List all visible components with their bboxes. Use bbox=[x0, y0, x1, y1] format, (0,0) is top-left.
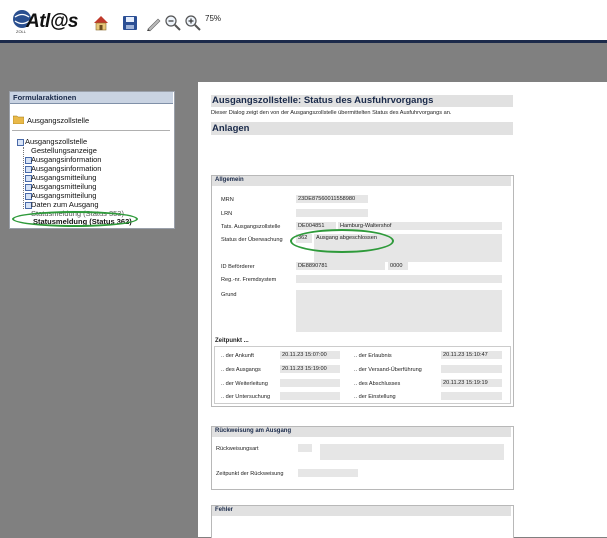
ankunft-label: .. der Ankunft bbox=[221, 353, 254, 359]
abschlusses-label: .. des Abschlusses bbox=[354, 381, 401, 387]
status-ueberwachung-label: Status der Überwachung bbox=[221, 237, 283, 243]
mrn-label: MRN bbox=[221, 197, 234, 203]
ankunft-field: 20.11.23 15:07:00 bbox=[280, 351, 340, 359]
highlight-ellipse bbox=[12, 211, 138, 227]
regnr-label: Reg.-nr. Fremdsystem bbox=[221, 277, 277, 283]
section-heading: Allgemein bbox=[212, 176, 511, 186]
tats-name-field: Hamburg-Waltershof bbox=[338, 222, 502, 230]
weiterleitung-label: .. der Weiterleitung bbox=[221, 381, 268, 387]
save-icon[interactable] bbox=[121, 14, 139, 32]
tree-item-daten-zum-ausgang[interactable]: Daten zum Ausgang bbox=[31, 200, 99, 209]
anlagen-heading: Anlagen bbox=[211, 122, 513, 135]
einstellung-field bbox=[441, 392, 502, 400]
befoerderer-label: ID Beförderer bbox=[221, 264, 255, 270]
page-title: Ausgangszollstelle: Status des Ausfuhrvo… bbox=[211, 95, 513, 107]
tree-item-ausgangsinformation-2[interactable]: Ausgangsinformation bbox=[31, 164, 101, 173]
rueckweisungsart-label: Rückweisungsart bbox=[216, 446, 259, 452]
page-description: Dieser Dialog zeigt den von der Ausgangs… bbox=[211, 110, 452, 116]
erlaubnis-label: .. der Erlaubnis bbox=[354, 353, 392, 359]
panel-divider bbox=[12, 130, 170, 131]
section-heading: Rückweisung am Ausgang bbox=[212, 427, 511, 437]
untersuchung-label: .. der Untersuchung bbox=[221, 394, 271, 400]
ausgangs-label: .. des Ausgangs bbox=[221, 367, 261, 373]
einstellung-label: .. der Einstellung bbox=[354, 394, 396, 400]
folder-icon bbox=[13, 115, 24, 124]
zoom-level: 75% bbox=[205, 14, 222, 23]
tree-item-gestellungsanzeige[interactable]: Gestellungsanzeige bbox=[31, 146, 97, 155]
weiterleitung-field bbox=[280, 379, 340, 387]
zoom-in-icon[interactable] bbox=[184, 14, 202, 32]
tree-item-ausgangsmitteilung-3[interactable]: Ausgangsmitteilung bbox=[31, 191, 96, 200]
logo-subtext: ZOLL bbox=[16, 29, 27, 34]
regnr-field bbox=[296, 275, 502, 283]
lrn-label: LRN bbox=[221, 211, 233, 217]
zoom-out-icon[interactable] bbox=[164, 14, 182, 32]
versand-field bbox=[441, 365, 502, 373]
panel-title: Formularaktionen bbox=[10, 92, 173, 104]
zeitpunkt-heading: Zeitpunkt ... bbox=[215, 338, 249, 344]
section-heading: Fehler bbox=[212, 506, 511, 516]
tree-item-ausgangsmitteilung-1[interactable]: Ausgangsmitteilung bbox=[31, 173, 96, 182]
app-header: Atl@s ZOLL 75% bbox=[0, 0, 607, 43]
versand-label: .. der Versand-Überführung bbox=[354, 367, 422, 373]
zeitpunkt-rueckweisung-label: Zeitpunkt der Rückweisung bbox=[216, 471, 284, 477]
abschlusses-field: 20.11.23 15:19:19 bbox=[441, 379, 502, 387]
zeitpunkt-rueckweisung-field bbox=[298, 469, 358, 477]
allgemein-section: Allgemein MRN 23DE87560011558980 LRN Tat… bbox=[211, 175, 514, 407]
tree-item-ausgangsinformation-1[interactable]: Ausgangsinformation bbox=[31, 155, 101, 164]
ausgangs-field: 20.11.23 15:19:00 bbox=[280, 365, 340, 373]
home-icon[interactable] bbox=[92, 14, 110, 32]
main-content: Ausgangszollstelle: Status des Ausfuhrvo… bbox=[198, 82, 607, 538]
rueckweisung-section: Rückweisung am Ausgang Rückweisungsart Z… bbox=[211, 426, 514, 490]
befoerderer-suffix-field: 0000 bbox=[388, 262, 408, 270]
rueckweisungsart-text-field bbox=[320, 444, 504, 460]
logo-text: Atl@s bbox=[26, 11, 78, 32]
fehler-section: Fehler bbox=[211, 505, 514, 538]
folder-label[interactable]: Ausgangszollstelle bbox=[27, 116, 89, 125]
tree-item-ausgangsmitteilung-2[interactable]: Ausgangsmitteilung bbox=[31, 182, 96, 191]
untersuchung-field bbox=[280, 392, 340, 400]
highlight-ellipse bbox=[290, 229, 394, 253]
tree-root[interactable]: Ausgangszollstelle bbox=[25, 137, 87, 146]
befoerderer-field: DE8890781 bbox=[296, 262, 385, 270]
rueckweisungsart-code-field bbox=[298, 444, 312, 452]
lrn-field bbox=[296, 209, 368, 217]
edit-icon[interactable] bbox=[145, 14, 163, 32]
grund-field bbox=[296, 290, 502, 332]
mrn-field: 23DE87560011558980 bbox=[296, 195, 368, 203]
grund-label: Grund bbox=[221, 292, 237, 298]
erlaubnis-field: 20.11.23 15:10:47 bbox=[441, 351, 502, 359]
tree-collapse-icon[interactable] bbox=[17, 139, 24, 146]
form-actions-panel: Formularaktionen Ausgangszollstelle Ausg… bbox=[9, 91, 175, 229]
tats-ausgangszollstelle-label: Tats. Ausgangszollstelle bbox=[221, 224, 281, 230]
